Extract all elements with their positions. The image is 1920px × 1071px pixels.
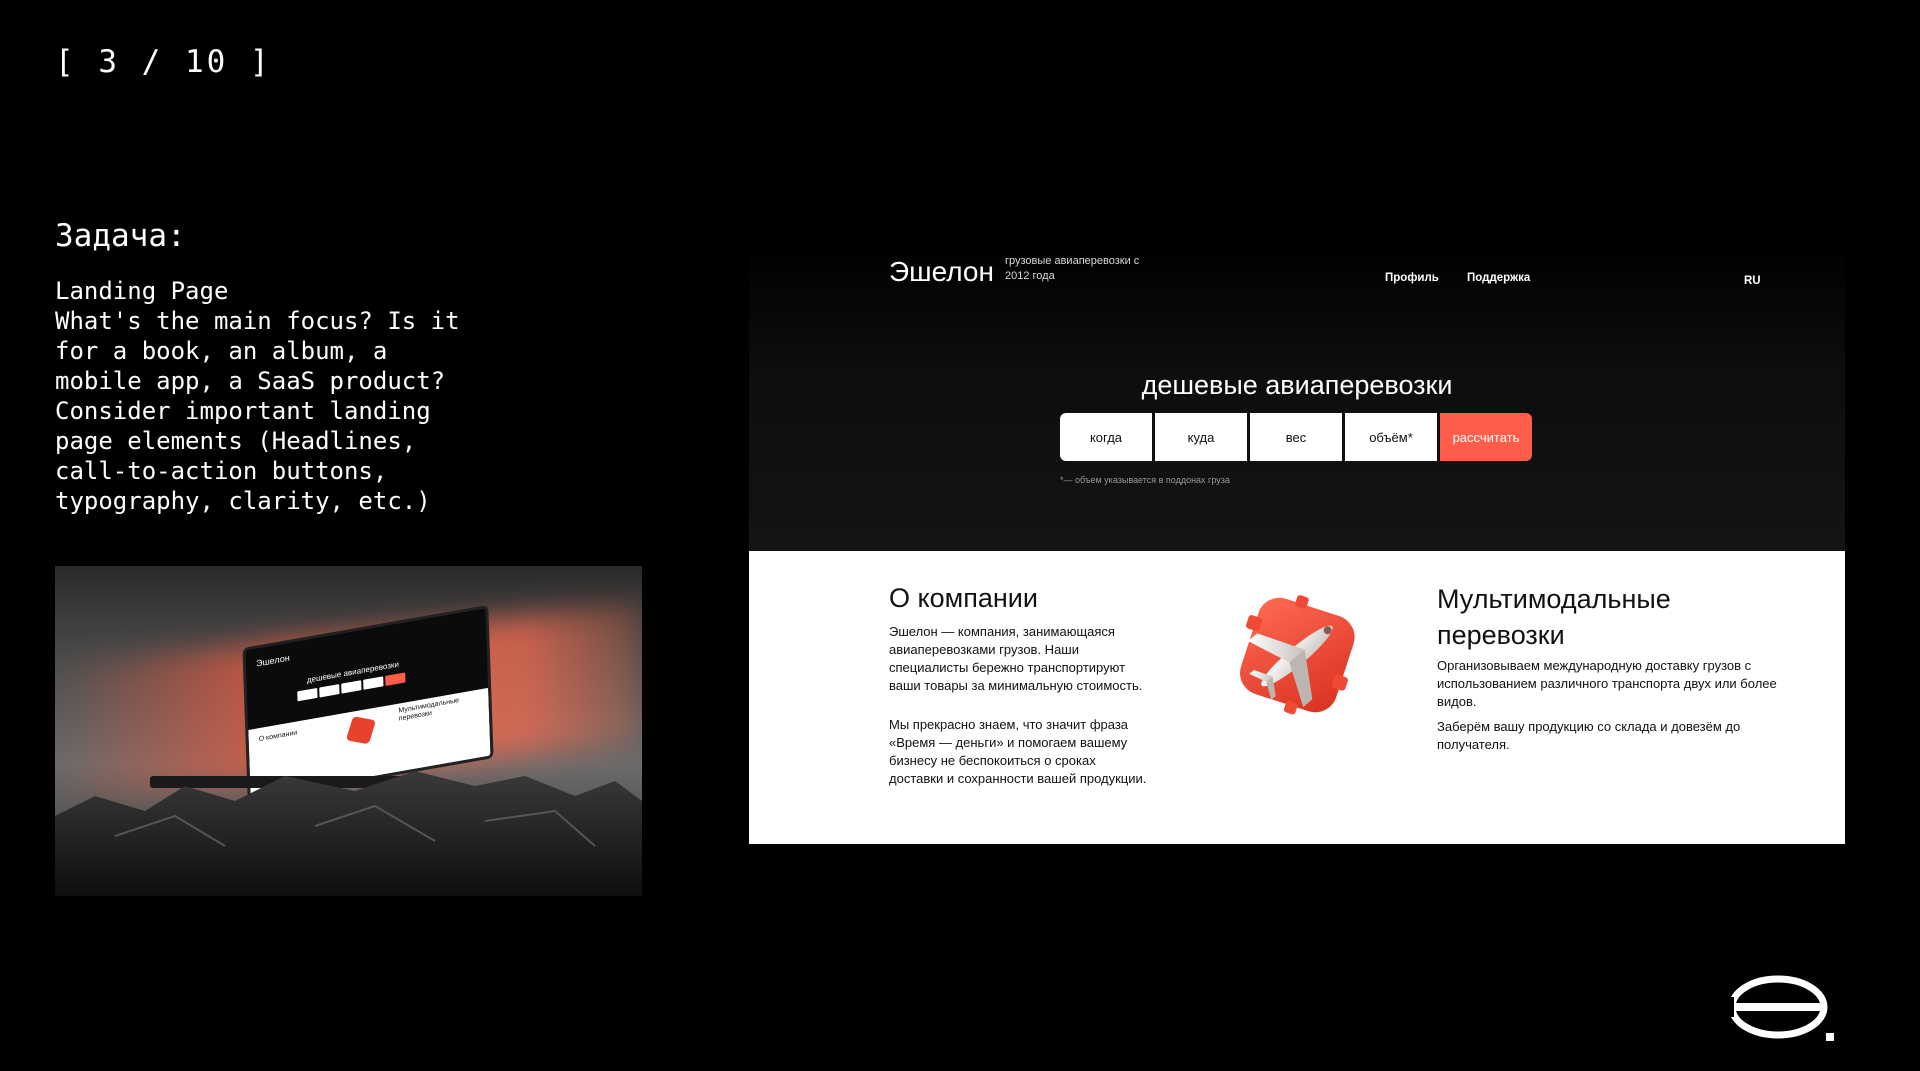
task-line: for a book, an album, a	[55, 337, 388, 365]
brand-logo[interactable]: Эшелон	[889, 256, 994, 288]
info-section: О компании Эшелон — компания, занимающая…	[749, 551, 1845, 844]
brand-tagline: грузовые авиаперевозки с 2012 года	[1005, 255, 1140, 282]
rock-shape	[55, 771, 642, 896]
task-title: Задача:	[55, 218, 186, 254]
destination-field[interactable]: куда	[1155, 413, 1247, 461]
calculator-form: когда куда вес объём* рассчитать	[1060, 413, 1532, 461]
landing-preview: Эшелон грузовые авиаперевозки с 2012 год…	[749, 244, 1845, 844]
plane-3d-icon	[1240, 595, 1355, 715]
task-line: page elements (Headlines,	[55, 427, 417, 455]
eshelon-logo-icon	[1728, 975, 1834, 1041]
nav-link-profile[interactable]: Профиль	[1385, 272, 1439, 284]
task-line: call-to-action buttons,	[55, 457, 388, 485]
about-paragraph: Мы прекрасно знаем, что значит фраза «Вр…	[889, 717, 1147, 786]
nav-link-support[interactable]: Поддержка	[1467, 272, 1530, 284]
laptop-mockup-photo: Эшелон дешевые авиаперевозки О компании …	[55, 566, 642, 896]
task-description: Landing Page What's the main focus? Is i…	[55, 276, 515, 516]
task-line: mobile app, a SaaS product?	[55, 367, 446, 395]
hero-section: Эшелон грузовые авиаперевозки с 2012 год…	[749, 244, 1845, 551]
about-paragraph: Эшелон — компания, занимающаяся авиапере…	[889, 624, 1143, 693]
task-line: Landing Page	[55, 277, 229, 305]
volume-field[interactable]: объём*	[1345, 413, 1437, 461]
mockup-plane-icon	[345, 716, 377, 745]
task-line: typography, clarity, etc.)	[55, 487, 431, 515]
hero-headline: дешевые авиаперевозки	[1141, 370, 1453, 400]
slide-counter: [ 3 / 10 ]	[55, 44, 272, 80]
calculate-button[interactable]: рассчитать	[1440, 413, 1532, 461]
mockup-about: О компании	[258, 729, 298, 744]
mockup-brand: Эшелон	[255, 652, 290, 669]
multimodal-paragraph: Заберём вашу продукцию со склада и довез…	[1437, 719, 1741, 752]
about-heading: О компании	[889, 583, 1038, 613]
multimodal-heading: Мультимодальные перевозки	[1437, 584, 1671, 650]
when-field[interactable]: когда	[1060, 413, 1152, 461]
task-line: What's the main focus? Is it	[55, 307, 460, 335]
language-switch[interactable]: RU	[1744, 275, 1761, 287]
weight-field[interactable]: вес	[1250, 413, 1342, 461]
multimodal-paragraph: Организовываем международную доставку гр…	[1437, 658, 1777, 709]
task-line: Consider important landing	[55, 397, 431, 425]
volume-note: *— объем указывается в поддонах груза	[1060, 475, 1230, 485]
